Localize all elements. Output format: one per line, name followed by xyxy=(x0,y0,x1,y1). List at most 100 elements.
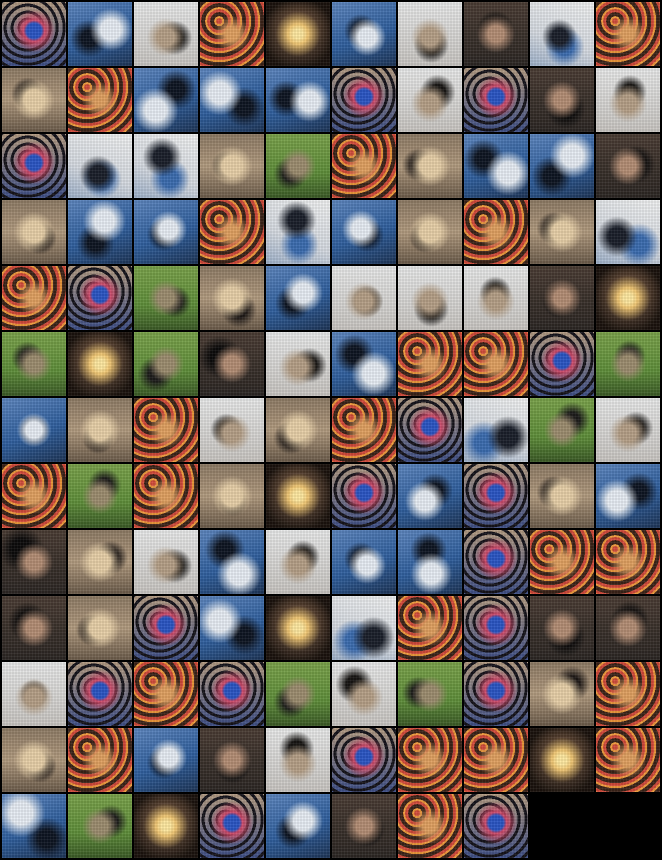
sample-image-grid xyxy=(0,0,662,860)
sample-tile xyxy=(2,596,66,660)
sample-tile xyxy=(530,68,594,132)
sample-tile xyxy=(2,794,66,858)
sample-tile xyxy=(332,68,396,132)
sample-tile xyxy=(2,398,66,462)
sample-tile xyxy=(68,596,132,660)
sample-tile xyxy=(266,728,330,792)
sample-tile xyxy=(200,662,264,726)
sample-tile xyxy=(398,662,462,726)
sample-tile xyxy=(68,332,132,396)
sample-tile xyxy=(398,266,462,330)
sample-tile xyxy=(200,68,264,132)
sample-tile xyxy=(398,332,462,396)
sample-tile xyxy=(398,134,462,198)
sample-tile xyxy=(530,398,594,462)
sample-tile xyxy=(266,662,330,726)
sample-tile xyxy=(464,332,528,396)
sample-tile xyxy=(398,398,462,462)
sample-tile xyxy=(530,728,594,792)
sample-tile xyxy=(266,530,330,594)
sample-tile xyxy=(332,728,396,792)
sample-tile xyxy=(2,68,66,132)
sample-tile xyxy=(332,332,396,396)
sample-tile xyxy=(68,68,132,132)
sample-tile xyxy=(266,398,330,462)
sample-tile xyxy=(464,68,528,132)
sample-tile xyxy=(134,662,198,726)
sample-tile xyxy=(596,596,660,660)
sample-tile xyxy=(596,530,660,594)
sample-tile xyxy=(134,200,198,264)
sample-tile xyxy=(2,134,66,198)
sample-tile xyxy=(398,596,462,660)
sample-tile xyxy=(200,266,264,330)
sample-tile xyxy=(464,134,528,198)
sample-tile xyxy=(332,134,396,198)
sample-tile xyxy=(2,464,66,528)
sample-tile xyxy=(596,2,660,66)
sample-tile xyxy=(530,662,594,726)
sample-tile xyxy=(68,728,132,792)
sample-tile xyxy=(596,662,660,726)
sample-tile xyxy=(530,2,594,66)
sample-tile xyxy=(266,266,330,330)
sample-tile xyxy=(332,464,396,528)
sample-tile xyxy=(200,398,264,462)
sample-tile xyxy=(332,596,396,660)
sample-tile xyxy=(200,530,264,594)
sample-tile xyxy=(266,464,330,528)
sample-tile xyxy=(200,200,264,264)
sample-tile xyxy=(200,332,264,396)
sample-tile xyxy=(134,398,198,462)
sample-tile xyxy=(332,662,396,726)
sample-tile xyxy=(68,2,132,66)
sample-tile xyxy=(2,728,66,792)
sample-tile xyxy=(464,596,528,660)
sample-tile xyxy=(200,2,264,66)
sample-tile xyxy=(398,68,462,132)
sample-tile xyxy=(596,134,660,198)
sample-tile xyxy=(596,266,660,330)
sample-tile xyxy=(134,68,198,132)
sample-tile xyxy=(596,332,660,396)
sample-tile xyxy=(266,2,330,66)
sample-tile xyxy=(200,596,264,660)
sample-tile xyxy=(134,2,198,66)
sample-tile xyxy=(134,530,198,594)
sample-tile xyxy=(464,530,528,594)
sample-tile xyxy=(596,464,660,528)
sample-tile xyxy=(398,794,462,858)
sample-tile xyxy=(266,134,330,198)
sample-tile xyxy=(2,530,66,594)
sample-tile xyxy=(530,266,594,330)
sample-tile xyxy=(596,200,660,264)
sample-tile xyxy=(530,596,594,660)
sample-tile xyxy=(2,662,66,726)
sample-tile xyxy=(530,134,594,198)
sample-tile xyxy=(332,398,396,462)
sample-tile xyxy=(464,2,528,66)
sample-tile xyxy=(200,134,264,198)
sample-tile xyxy=(464,728,528,792)
sample-tile xyxy=(2,2,66,66)
sample-tile xyxy=(68,134,132,198)
sample-tile xyxy=(134,464,198,528)
sample-tile xyxy=(398,464,462,528)
sample-tile xyxy=(398,2,462,66)
sample-tile xyxy=(464,794,528,858)
sample-tile xyxy=(68,662,132,726)
sample-tile xyxy=(68,266,132,330)
sample-tile xyxy=(596,398,660,462)
sample-tile xyxy=(530,200,594,264)
sample-tile xyxy=(332,794,396,858)
sample-tile xyxy=(200,728,264,792)
sample-tile xyxy=(596,68,660,132)
sample-tile xyxy=(398,728,462,792)
sample-tile xyxy=(530,464,594,528)
sample-tile xyxy=(68,200,132,264)
sample-tile xyxy=(134,332,198,396)
sample-tile xyxy=(266,200,330,264)
sample-tile xyxy=(266,68,330,132)
sample-tile xyxy=(266,332,330,396)
sample-tile xyxy=(68,398,132,462)
